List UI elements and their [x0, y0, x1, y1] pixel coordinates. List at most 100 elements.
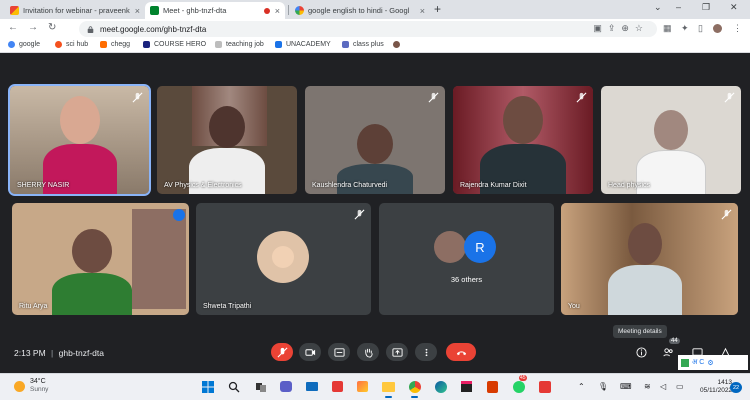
bookmark-class-plus[interactable]: class plus: [342, 41, 384, 48]
chevron-up-icon[interactable]: ⌃: [578, 382, 585, 391]
back-icon[interactable]: ←: [8, 22, 18, 33]
bookmark-unacademy[interactable]: UNACADEMY: [275, 41, 331, 48]
reload-icon[interactable]: ↻: [48, 22, 56, 33]
participant-tile[interactable]: Rajendra Kumar Dixit: [453, 86, 593, 194]
sci-hub-icon: [55, 41, 62, 48]
share-icon[interactable]: ⇪: [608, 23, 622, 33]
others-tile[interactable]: R 36 others: [379, 203, 554, 315]
camera-toggle-button[interactable]: [299, 343, 321, 361]
shelf-background: [132, 209, 186, 309]
participant-tile[interactable]: Shweta Tripathi: [196, 203, 371, 315]
close-window-icon[interactable]: ✕: [730, 2, 738, 13]
person-silhouette: [189, 106, 265, 194]
tab-divider: [288, 5, 289, 15]
bookmark-course-hero[interactable]: COURSE HERO: [143, 41, 206, 48]
search-icon[interactable]: [226, 379, 241, 394]
google-icon: [8, 41, 15, 48]
camera-icon[interactable]: ▣: [593, 23, 608, 33]
bookmark-sci-hub[interactable]: sci hub: [55, 41, 88, 48]
weather-condition: Sunny: [30, 386, 49, 393]
page-icon: [215, 41, 222, 48]
language-icon[interactable]: ⌨: [620, 382, 632, 391]
bookmark-star-icon[interactable]: ☆: [635, 23, 649, 33]
bookmark-unnamed[interactable]: [393, 41, 404, 48]
input-indicator-popup[interactable]: अ C ⚙: [678, 355, 748, 370]
edge-icon[interactable]: [433, 379, 448, 394]
bookmarks-bar: google sci hub chegg COURSE HERO teachin…: [0, 39, 750, 53]
microphone-icon[interactable]: 🎙: [598, 382, 608, 391]
whatsapp-icon[interactable]: 45: [511, 375, 527, 394]
wps-office-icon[interactable]: [537, 379, 552, 394]
system-clock[interactable]: 1413 05/11/2022: [700, 379, 732, 395]
participant-name: Rajendra Kumar Dixit: [460, 182, 527, 189]
office-icon[interactable]: [485, 379, 500, 394]
notification-badge: 45: [519, 375, 527, 381]
menu-kebab-icon[interactable]: ⋮: [733, 23, 742, 34]
notification-count-badge[interactable]: 22: [730, 382, 742, 393]
volume-icon[interactable]: ◁: [660, 382, 666, 391]
close-tab-icon[interactable]: ×: [135, 6, 140, 16]
lock-icon: [87, 25, 94, 33]
battery-icon[interactable]: ▭: [676, 382, 684, 391]
minimize-icon[interactable]: –: [676, 2, 681, 12]
participant-tile[interactable]: You: [561, 203, 738, 315]
person-silhouette: [52, 229, 132, 315]
raise-hand-button[interactable]: [357, 343, 379, 361]
forward-icon[interactable]: →: [28, 22, 38, 33]
participant-tile[interactable]: Ritu Arya: [12, 203, 189, 315]
bookmark-chegg[interactable]: chegg: [100, 41, 130, 48]
weather-widget[interactable]: 34°C Sunny: [14, 378, 48, 394]
photos-icon[interactable]: [355, 379, 370, 394]
clock-date: 05/11/2022: [700, 387, 733, 394]
present-screen-button[interactable]: [386, 343, 408, 361]
meeting-details-button[interactable]: [634, 345, 648, 359]
zoom-icon[interactable]: ⊕: [621, 23, 635, 33]
tab-meet[interactable]: Meet - ghb-tnzf-dta ×: [145, 2, 285, 19]
tab-gmail[interactable]: Invitation for webinar - praveenk ×: [5, 2, 145, 19]
leave-call-button[interactable]: [446, 343, 476, 361]
file-explorer-icon[interactable]: [381, 379, 396, 398]
profile-avatar[interactable]: [713, 24, 722, 33]
close-tab-icon[interactable]: ×: [420, 6, 425, 16]
more-options-button[interactable]: [415, 343, 437, 361]
people-button[interactable]: [661, 345, 675, 359]
chrome-icon[interactable]: [407, 379, 422, 398]
extensions-icon[interactable]: ✦: [681, 23, 689, 34]
bookmark-label: teaching job: [226, 41, 264, 48]
mic-toggle-button[interactable]: [271, 343, 293, 361]
recording-dot-icon: [263, 7, 270, 14]
participant-name: Shweta Tripathi: [203, 303, 252, 310]
participant-tile[interactable]: Kaushlendra Chaturvedi: [305, 86, 445, 194]
participant-tile[interactable]: AV Physics & Electronics: [157, 86, 297, 194]
tab-search-icon[interactable]: ⌄: [654, 2, 662, 13]
close-tab-icon[interactable]: ×: [275, 6, 280, 16]
bookmark-google[interactable]: google: [8, 41, 40, 48]
input-language-label: अ C: [692, 359, 705, 366]
mic-off-icon: [277, 347, 287, 357]
new-tab-button[interactable]: +: [434, 2, 441, 16]
omnibox-actions: ▣⇪⊕☆: [593, 23, 649, 34]
settings-gear-icon[interactable]: ⚙: [707, 359, 713, 367]
extension-grid-icon[interactable]: ▦: [663, 23, 672, 34]
chegg-icon: [100, 41, 107, 48]
restore-icon[interactable]: ❐: [702, 2, 710, 13]
task-view-icon[interactable]: [253, 379, 268, 394]
side-panel-icon[interactable]: ▯: [698, 23, 703, 34]
address-bar[interactable]: meet.google.com/ghb-tnzf-dta ▣⇪⊕☆: [79, 21, 657, 37]
captions-button[interactable]: [328, 343, 350, 361]
start-windows-icon[interactable]: [200, 379, 215, 394]
participant-name: You: [568, 303, 580, 310]
bookmark-teaching-job[interactable]: teaching job: [215, 41, 264, 48]
tab-google-translate[interactable]: google english to hindi - Googl ×: [290, 2, 430, 19]
bookmark-label: sci hub: [66, 41, 89, 48]
chat-teams-icon[interactable]: [278, 379, 293, 394]
bookmark-label: COURSE HERO: [154, 41, 207, 48]
participant-tile[interactable]: Head physics: [601, 86, 741, 194]
temperature: 34°C: [30, 378, 46, 385]
mail-icon[interactable]: [304, 379, 319, 394]
unacademy-icon: [275, 41, 282, 48]
wifi-icon[interactable]: ≋: [644, 382, 651, 391]
participant-tile[interactable]: SHERRY NASIR: [8, 84, 151, 196]
movie-clapper-icon[interactable]: [459, 379, 474, 394]
gift-icon[interactable]: [330, 379, 345, 394]
